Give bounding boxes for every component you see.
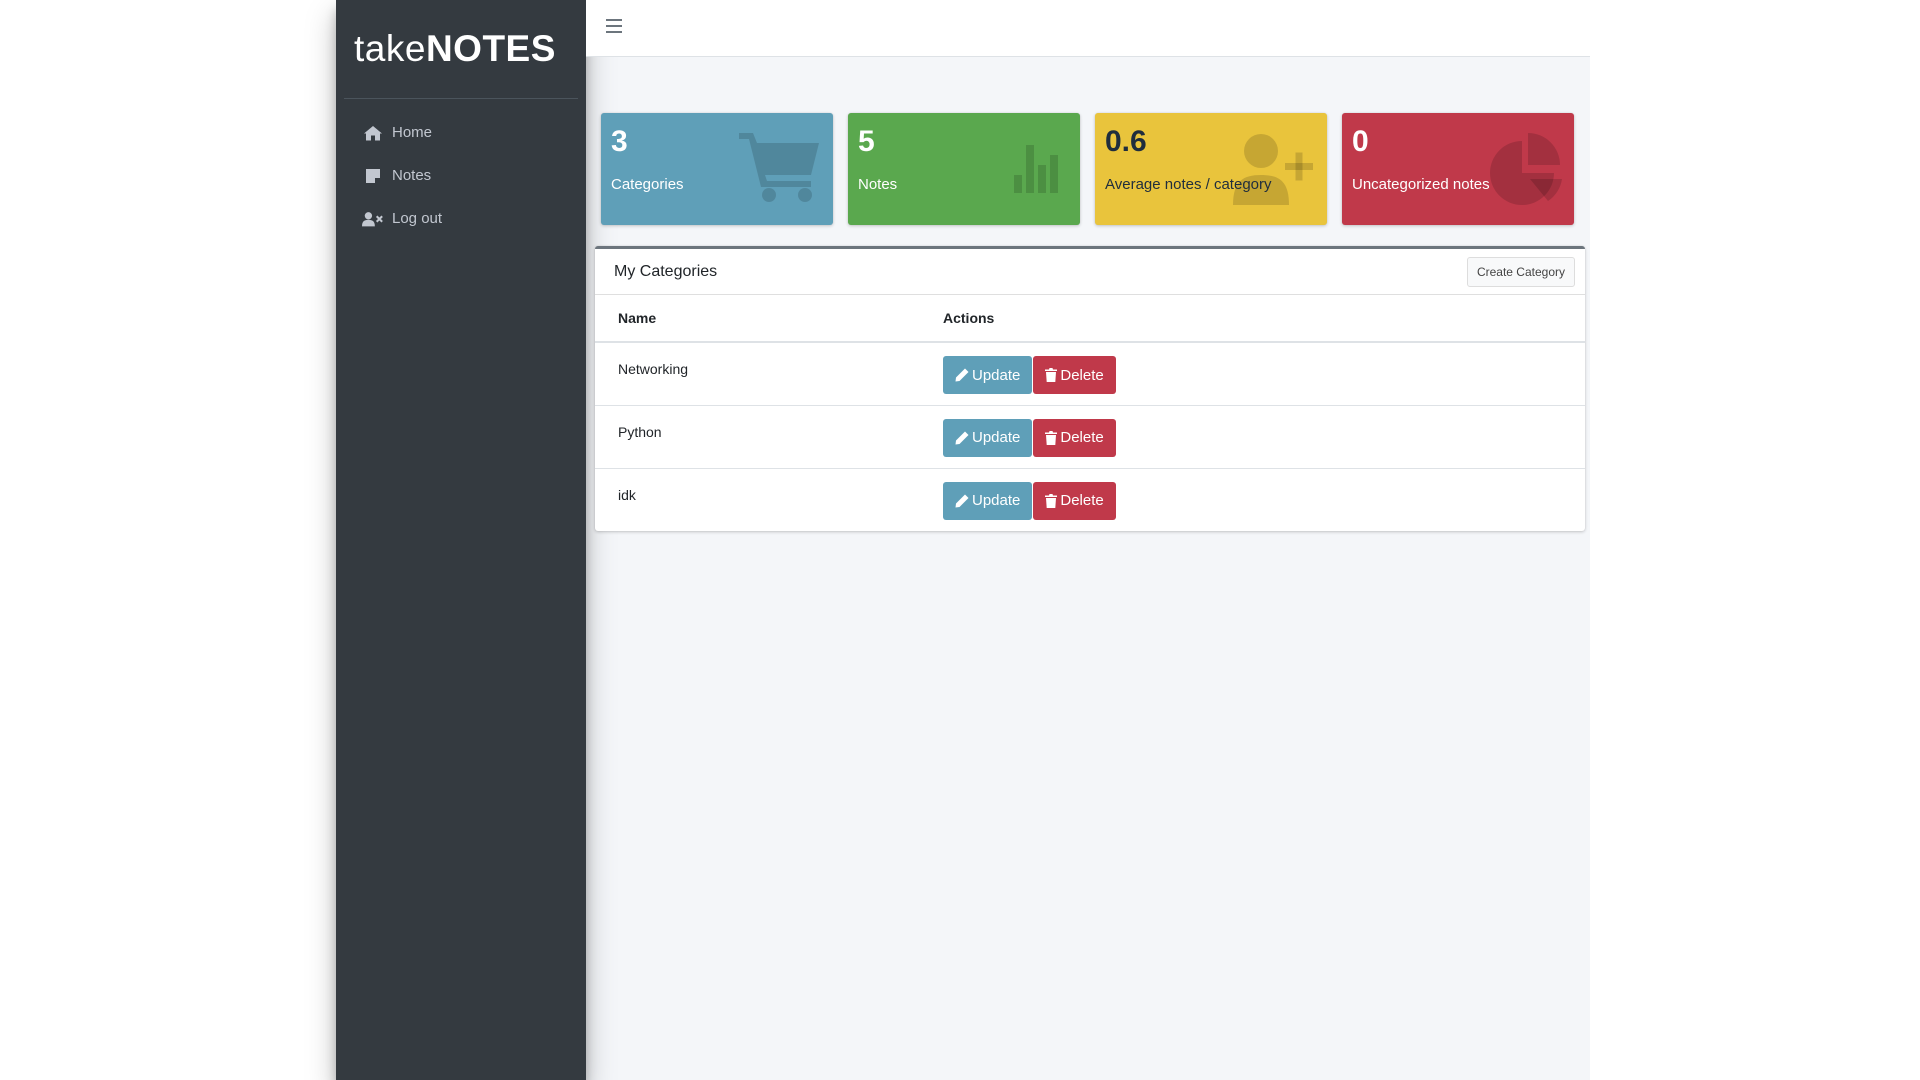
sidebar-item-label: Home [392, 124, 433, 141]
sidebar-item-home[interactable]: Home [336, 111, 586, 154]
brand-logo[interactable]: take NOTES [344, 0, 578, 99]
update-button[interactable]: Update [943, 356, 1033, 394]
sidebar-item-logout[interactable]: Log out [336, 197, 586, 240]
pencil-icon [955, 494, 969, 507]
create-category-button[interactable]: Create Category [1466, 256, 1575, 287]
sidebar: take NOTES Home Notes Log out [336, 0, 586, 1080]
stat-value: 0.6 [1105, 125, 1147, 158]
pencil-icon [955, 368, 969, 382]
row-actions: Update Delete [943, 405, 1585, 469]
categories-table: Name Actions Networking Update Delete Py… [595, 295, 1585, 531]
update-button[interactable]: Update [943, 481, 1033, 520]
delete-label: Delete [1060, 366, 1104, 384]
stat-box-uncategorized[interactable]: 0 Uncategorized notes [1342, 113, 1574, 225]
row-actions: Update Delete [943, 342, 1585, 406]
brand-bold: NOTES [425, 28, 556, 69]
sidebar-item-label: Notes [392, 167, 432, 184]
update-label: Update [972, 429, 1021, 446]
trash-icon [1045, 493, 1058, 508]
menu-toggle-icon[interactable] [606, 19, 622, 37]
update-button[interactable]: Update [943, 418, 1033, 457]
delete-label: Delete [1060, 429, 1104, 446]
app-wrapper: take NOTES Home Notes Log out 3 Categori… [336, 0, 1590, 1080]
delete-button[interactable]: Delete [1033, 356, 1116, 394]
card-header: My Categories Create Category [595, 249, 1585, 295]
stat-label: Categories [611, 176, 684, 193]
pencil-icon [955, 431, 969, 444]
card-title: My Categories [614, 262, 718, 280]
stat-value: 3 [611, 125, 628, 158]
trash-icon [1045, 430, 1058, 445]
stat-value: 0 [1352, 125, 1369, 158]
delete-button[interactable]: Delete [1033, 418, 1116, 457]
table-row: idk Update Delete [595, 468, 1585, 531]
stat-box-notes[interactable]: 5 Notes [848, 113, 1080, 225]
sidebar-item-notes[interactable]: Notes [336, 154, 586, 197]
update-label: Update [972, 366, 1021, 384]
stat-label: Uncategorized notes [1352, 176, 1490, 193]
sidebar-nav: Home Notes Log out [336, 111, 586, 240]
table-row: Networking Update Delete [595, 342, 1585, 406]
delete-button[interactable]: Delete [1033, 481, 1116, 520]
top-navbar [586, 0, 1590, 57]
sticky-note-icon [362, 167, 384, 185]
stats-row: 3 Categories 5 Notes 0.6 Average notes /… [601, 113, 1574, 225]
brand-light: take [354, 28, 426, 69]
sidebar-item-label: Log out [392, 210, 443, 227]
stat-value: 5 [858, 125, 875, 158]
categories-card: My Categories Create Category Name Actio… [595, 246, 1585, 531]
delete-label: Delete [1060, 492, 1104, 509]
category-name: Networking [595, 342, 943, 406]
stat-label: Notes [858, 176, 898, 193]
table-header-row: Name Actions [595, 295, 1585, 343]
stat-box-categories[interactable]: 3 Categories [601, 113, 833, 225]
table-row: Python Update Delete [595, 405, 1585, 469]
stat-label: Average notes / category [1105, 176, 1272, 193]
column-header-name: Name [595, 295, 943, 343]
home-icon [362, 124, 384, 142]
category-name: Python [595, 405, 943, 469]
user-times-icon [362, 210, 384, 228]
stat-box-average[interactable]: 0.6 Average notes / category [1095, 113, 1327, 225]
row-actions: Update Delete [943, 468, 1585, 531]
category-name: idk [618, 486, 636, 503]
column-header-actions: Actions [943, 295, 1585, 343]
trash-icon [1045, 368, 1058, 382]
update-label: Update [972, 492, 1021, 509]
